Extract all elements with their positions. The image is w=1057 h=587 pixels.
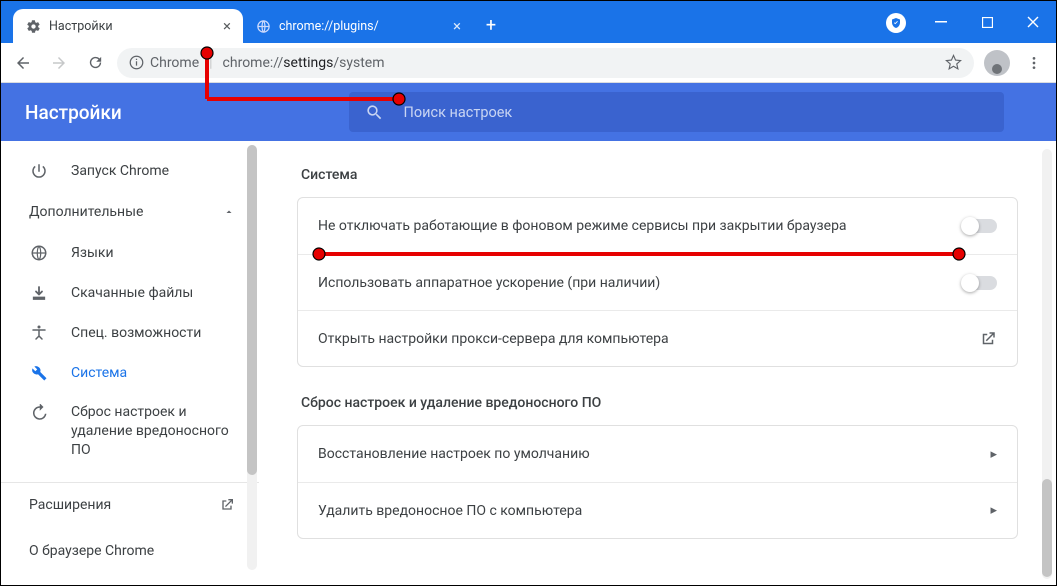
reload-button[interactable] xyxy=(81,49,109,77)
sidebar-label: Скачанные файлы xyxy=(71,285,193,301)
settings-header: Настройки xyxy=(1,83,1056,141)
sidebar-label: О браузере Chrome xyxy=(29,543,154,559)
sidebar-item-reset[interactable]: Сброс настроек и удаление вредоносного П… xyxy=(1,393,259,470)
sidebar-item-accessibility[interactable]: Спец. возможности xyxy=(1,313,259,353)
maximize-button[interactable] xyxy=(964,1,1010,43)
restore-icon xyxy=(29,404,49,422)
secure-label: Chrome xyxy=(150,55,199,71)
section-title-reset: Сброс настроек и удаление вредоносного П… xyxy=(301,395,1018,411)
globe-icon xyxy=(29,244,49,262)
row-remove-malware[interactable]: Удалить вредоносное ПО с компьютера ▸ xyxy=(298,482,1017,538)
accessibility-icon xyxy=(29,324,49,342)
tab-close-button[interactable]: × xyxy=(219,18,235,34)
window-controls xyxy=(918,1,1056,43)
download-icon xyxy=(29,284,49,302)
sidebar-label: Система xyxy=(71,365,127,381)
sidebar-item-about[interactable]: О браузере Chrome xyxy=(1,528,259,574)
page-title: Настройки xyxy=(1,101,296,124)
chevron-up-icon xyxy=(223,206,235,218)
open-external-icon xyxy=(979,330,997,348)
sidebar-label: Сброс настроек и удаление вредоносного П… xyxy=(71,403,249,460)
sidebar-label: Расширения xyxy=(29,497,111,513)
open-external-icon xyxy=(219,497,235,513)
profile-button[interactable] xyxy=(984,50,1010,76)
row-label: Не отключать работающие в фоновом режиме… xyxy=(318,218,847,234)
system-card: Не отключать работающие в фоновом режиме… xyxy=(297,197,1018,367)
extension-shield-icon[interactable] xyxy=(886,13,906,33)
toggle-background-apps[interactable] xyxy=(963,219,997,233)
row-restore-defaults[interactable]: Восстановление настроек по умолчанию ▸ xyxy=(298,426,1017,482)
sidebar-item-system[interactable]: Система xyxy=(1,353,259,393)
tab-strip: Настройки × chrome://plugins/ × + xyxy=(1,1,880,43)
tab-close-button[interactable]: × xyxy=(449,18,465,34)
close-window-button[interactable] xyxy=(1010,1,1056,43)
toolbar: Chrome | chrome://settings/system xyxy=(1,43,1056,83)
chevron-right-icon: ▸ xyxy=(990,503,997,518)
settings-sidebar: Запуск Chrome Дополнительные Языки Скача… xyxy=(1,141,259,585)
sidebar-scrollbar-thumb[interactable] xyxy=(247,145,257,475)
new-tab-button[interactable]: + xyxy=(477,11,505,39)
row-label: Удалить вредоносное ПО с компьютера xyxy=(318,503,582,519)
row-proxy-settings[interactable]: Открыть настройки прокси-сервера для ком… xyxy=(298,310,1017,366)
search-icon xyxy=(365,103,384,122)
settings-main: Система Не отключать работающие в фоново… xyxy=(259,141,1056,585)
window-titlebar: Настройки × chrome://plugins/ × + xyxy=(1,1,1056,43)
power-icon xyxy=(29,162,49,180)
search-box[interactable] xyxy=(349,92,1004,132)
section-label: Дополнительные xyxy=(29,204,143,220)
row-label: Использовать аппаратное ускорение (при н… xyxy=(318,275,660,291)
wrench-icon xyxy=(29,364,49,382)
address-bar[interactable]: Chrome | chrome://settings/system xyxy=(117,48,974,78)
tab-title: chrome://plugins/ xyxy=(279,19,441,34)
tab-title: Настройки xyxy=(49,19,211,34)
toggle-hardware-accel[interactable] xyxy=(963,276,997,290)
gear-icon xyxy=(25,18,41,34)
chevron-right-icon: ▸ xyxy=(990,447,997,462)
sidebar-item-downloads[interactable]: Скачанные файлы xyxy=(1,273,259,313)
row-label: Открыть настройки прокси-сервера для ком… xyxy=(318,331,669,347)
minimize-button[interactable] xyxy=(918,1,964,43)
sidebar-item-startup[interactable]: Запуск Chrome xyxy=(1,151,259,191)
row-background-apps[interactable]: Не отключать работающие в фоновом режиме… xyxy=(298,198,1017,254)
sidebar-item-extensions[interactable]: Расширения xyxy=(1,482,259,528)
url-text: chrome://settings/system xyxy=(223,55,935,71)
page-scrollbar-thumb[interactable] xyxy=(1042,479,1052,577)
site-info-button[interactable]: Chrome xyxy=(129,55,199,71)
back-button[interactable] xyxy=(9,49,37,77)
tab-plugins[interactable]: chrome://plugins/ × xyxy=(243,9,473,43)
content-area: Настройки Запуск Chrome Дополнительные Я… xyxy=(1,83,1056,585)
forward-button xyxy=(45,49,73,77)
section-title-system: Система xyxy=(301,167,1018,183)
menu-button[interactable] xyxy=(1020,49,1048,77)
reset-card: Восстановление настроек по умолчанию ▸ У… xyxy=(297,425,1018,539)
search-input[interactable] xyxy=(404,104,988,121)
sidebar-label: Спец. возможности xyxy=(71,325,201,341)
sidebar-label: Языки xyxy=(71,245,114,261)
star-icon[interactable] xyxy=(945,54,962,71)
sidebar-item-languages[interactable]: Языки xyxy=(1,233,259,273)
row-label: Восстановление настроек по умолчанию xyxy=(318,446,590,462)
row-hardware-accel[interactable]: Использовать аппаратное ускорение (при н… xyxy=(298,254,1017,310)
globe-icon xyxy=(255,18,271,34)
sidebar-section-advanced[interactable]: Дополнительные xyxy=(1,191,259,233)
tab-settings[interactable]: Настройки × xyxy=(13,9,243,43)
sidebar-label: Запуск Chrome xyxy=(71,163,169,179)
